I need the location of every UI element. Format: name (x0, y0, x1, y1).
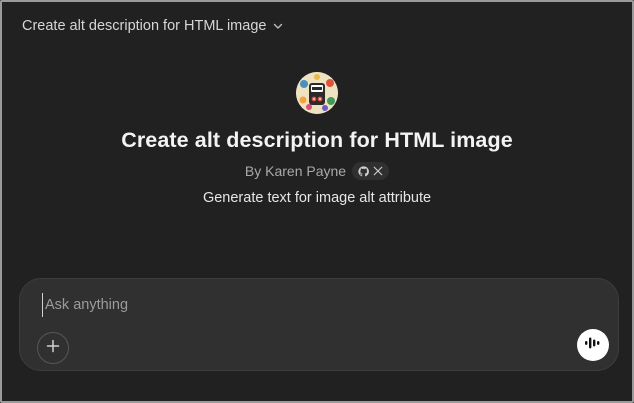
chevron-down-icon (272, 20, 284, 32)
author-byline: By Karen Payne (244, 162, 390, 180)
message-composer (19, 278, 619, 371)
github-icon[interactable] (358, 165, 370, 177)
voice-mode-icon (584, 335, 602, 356)
gpt-intro: Create alt description for HTML image By… (0, 72, 634, 206)
alt-tag-logo-icon (296, 72, 338, 114)
social-links (352, 162, 390, 180)
plus-icon (45, 338, 61, 359)
model-selector[interactable]: Create alt description for HTML image (22, 18, 284, 34)
message-input[interactable] (42, 293, 567, 317)
voice-mode-button[interactable] (577, 329, 609, 361)
author-name: By Karen Payne (244, 163, 347, 179)
attach-button[interactable] (37, 332, 69, 364)
gpt-description: Generate text for image alt attribute (202, 190, 432, 206)
gpt-title: Create alt description for HTML image (121, 128, 513, 152)
header-title: Create alt description for HTML image (22, 18, 267, 34)
x-icon[interactable] (373, 166, 383, 176)
